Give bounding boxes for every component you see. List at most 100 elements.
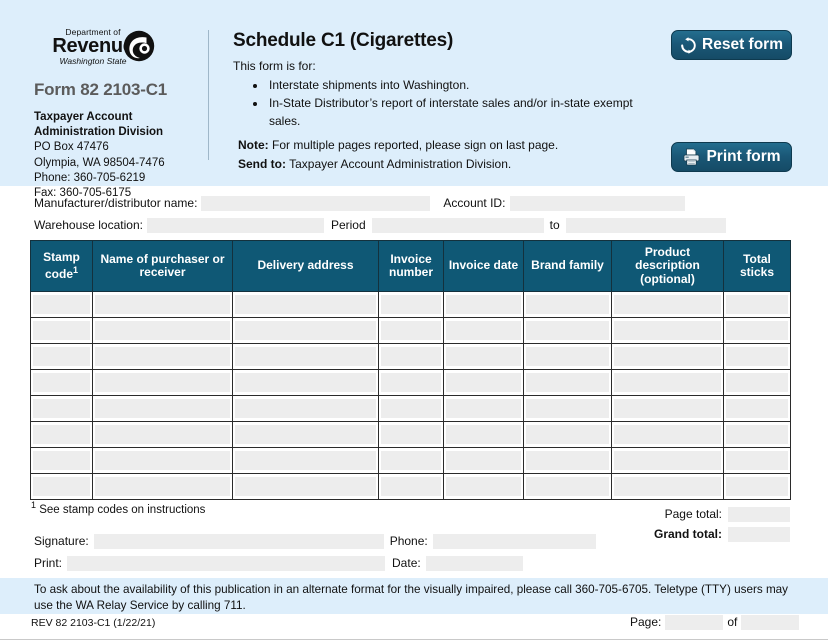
- table-cell-col-5[interactable]: [443, 369, 524, 397]
- cell-input[interactable]: [95, 373, 230, 393]
- table-cell-col-8[interactable]: [723, 343, 791, 371]
- table-cell-col-3[interactable]: [232, 317, 379, 345]
- print-form-button[interactable]: Print form: [671, 142, 792, 172]
- cell-input[interactable]: [726, 399, 788, 419]
- cell-input[interactable]: [33, 347, 90, 367]
- cell-input[interactable]: [726, 321, 788, 341]
- table-cell-col-2[interactable]: [92, 473, 233, 501]
- cell-input[interactable]: [95, 425, 230, 445]
- table-cell-col-2[interactable]: [92, 291, 233, 319]
- table-cell-col-4[interactable]: [378, 447, 444, 475]
- table-cell-col-4[interactable]: [378, 473, 444, 501]
- cell-input[interactable]: [381, 295, 441, 315]
- table-cell-col-5[interactable]: [443, 447, 524, 475]
- table-cell-col-3[interactable]: [232, 421, 379, 449]
- table-cell-col-2[interactable]: [92, 369, 233, 397]
- table-cell-col-6[interactable]: [523, 395, 612, 423]
- table-cell-col-3[interactable]: [232, 447, 379, 475]
- table-cell-col-3[interactable]: [232, 473, 379, 501]
- table-cell-col-7[interactable]: [611, 447, 724, 475]
- table-cell-col-1[interactable]: [30, 317, 93, 345]
- table-cell-col-4[interactable]: [378, 421, 444, 449]
- table-cell-col-6[interactable]: [523, 343, 612, 371]
- cell-input[interactable]: [526, 321, 609, 341]
- cell-input[interactable]: [526, 295, 609, 315]
- table-cell-col-2[interactable]: [92, 343, 233, 371]
- cell-input[interactable]: [526, 399, 609, 419]
- table-cell-col-6[interactable]: [523, 317, 612, 345]
- table-cell-col-8[interactable]: [723, 395, 791, 423]
- cell-input[interactable]: [33, 399, 90, 419]
- table-cell-col-6[interactable]: [523, 447, 612, 475]
- cell-input[interactable]: [614, 451, 721, 471]
- table-cell-col-1[interactable]: [30, 343, 93, 371]
- cell-input[interactable]: [235, 451, 376, 471]
- reset-form-button[interactable]: Reset form: [671, 30, 792, 60]
- cell-input[interactable]: [381, 399, 441, 419]
- table-cell-col-8[interactable]: [723, 473, 791, 501]
- cell-input[interactable]: [614, 399, 721, 419]
- table-cell-col-6[interactable]: [523, 291, 612, 319]
- table-cell-col-7[interactable]: [611, 369, 724, 397]
- cell-input[interactable]: [33, 373, 90, 393]
- cell-input[interactable]: [614, 425, 721, 445]
- period-from-input[interactable]: [371, 218, 544, 234]
- cell-input[interactable]: [726, 347, 788, 367]
- cell-input[interactable]: [95, 295, 230, 315]
- table-cell-col-1[interactable]: [30, 447, 93, 475]
- cell-input[interactable]: [726, 373, 788, 393]
- table-cell-col-2[interactable]: [92, 421, 233, 449]
- cell-input[interactable]: [446, 425, 521, 445]
- table-cell-col-4[interactable]: [378, 291, 444, 319]
- page-total-input[interactable]: [728, 507, 790, 523]
- phone-input[interactable]: [432, 534, 596, 550]
- cell-input[interactable]: [446, 295, 521, 315]
- table-cell-col-2[interactable]: [92, 447, 233, 475]
- table-cell-col-4[interactable]: [378, 369, 444, 397]
- table-cell-col-3[interactable]: [232, 343, 379, 371]
- table-cell-col-1[interactable]: [30, 369, 93, 397]
- table-cell-col-7[interactable]: [611, 343, 724, 371]
- table-cell-col-8[interactable]: [723, 421, 791, 449]
- table-cell-col-4[interactable]: [378, 317, 444, 345]
- page-count-input[interactable]: [741, 615, 800, 631]
- cell-input[interactable]: [381, 425, 441, 445]
- grand-total-input[interactable]: [728, 527, 790, 543]
- table-cell-col-3[interactable]: [232, 395, 379, 423]
- cell-input[interactable]: [381, 451, 441, 471]
- cell-input[interactable]: [446, 373, 521, 393]
- cell-input[interactable]: [446, 451, 521, 471]
- cell-input[interactable]: [446, 321, 521, 341]
- cell-input[interactable]: [526, 451, 609, 471]
- table-cell-col-8[interactable]: [723, 369, 791, 397]
- cell-input[interactable]: [235, 347, 376, 367]
- cell-input[interactable]: [446, 399, 521, 419]
- table-cell-col-2[interactable]: [92, 317, 233, 345]
- table-cell-col-1[interactable]: [30, 395, 93, 423]
- cell-input[interactable]: [95, 451, 230, 471]
- cell-input[interactable]: [381, 321, 441, 341]
- cell-input[interactable]: [614, 347, 721, 367]
- signature-input[interactable]: [93, 534, 384, 550]
- table-cell-col-8[interactable]: [723, 447, 791, 475]
- table-cell-col-5[interactable]: [443, 291, 524, 319]
- table-cell-col-6[interactable]: [523, 369, 612, 397]
- table-cell-col-5[interactable]: [443, 395, 524, 423]
- table-cell-col-3[interactable]: [232, 291, 379, 319]
- cell-input[interactable]: [95, 321, 230, 341]
- table-cell-col-6[interactable]: [523, 421, 612, 449]
- account-id-input[interactable]: [510, 196, 686, 212]
- table-cell-col-4[interactable]: [378, 343, 444, 371]
- cell-input[interactable]: [33, 477, 90, 497]
- cell-input[interactable]: [235, 477, 376, 497]
- table-cell-col-2[interactable]: [92, 395, 233, 423]
- cell-input[interactable]: [526, 373, 609, 393]
- cell-input[interactable]: [95, 399, 230, 419]
- cell-input[interactable]: [33, 295, 90, 315]
- cell-input[interactable]: [726, 295, 788, 315]
- cell-input[interactable]: [95, 477, 230, 497]
- table-cell-col-8[interactable]: [723, 317, 791, 345]
- table-cell-col-1[interactable]: [30, 291, 93, 319]
- cell-input[interactable]: [726, 425, 788, 445]
- cell-input[interactable]: [726, 451, 788, 471]
